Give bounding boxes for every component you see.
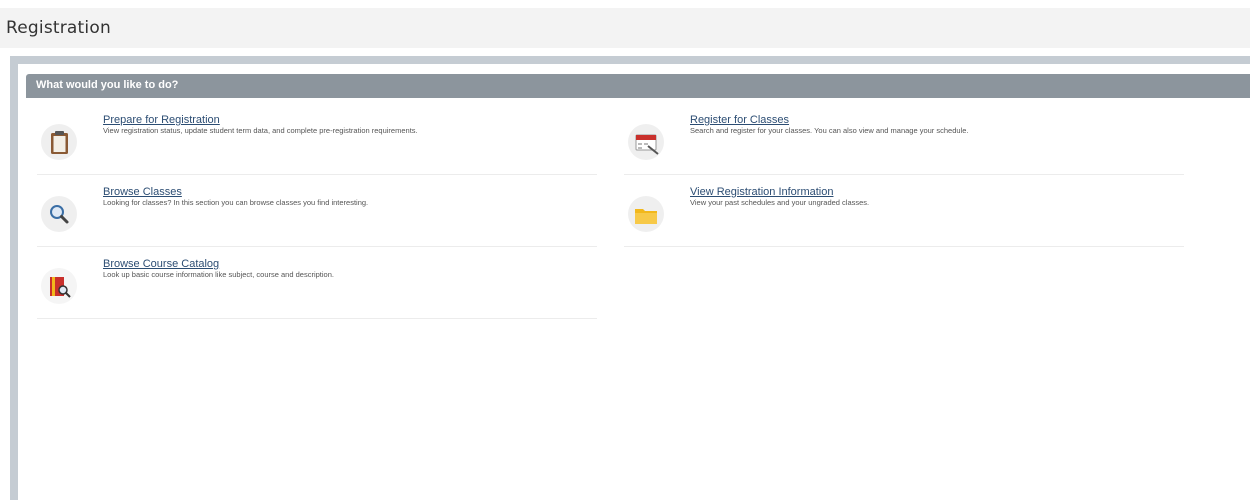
panel-header: What would you like to do? <box>26 74 1250 98</box>
browse-classes-description: Looking for classes? In this section you… <box>103 198 369 207</box>
magnifier-icon <box>41 196 77 232</box>
browse-classes-link[interactable]: Browse Classes <box>103 186 182 198</box>
prepare-for-registration-description: View registration status, update student… <box>103 126 418 135</box>
action-browse-classes[interactable]: Browse Classes Looking for classes? In t… <box>37 178 597 247</box>
page-title: Registration <box>6 18 111 38</box>
register-for-classes-link[interactable]: Register for Classes <box>690 114 789 126</box>
browse-course-catalog-link[interactable]: Browse Course Catalog <box>103 258 219 270</box>
folder-icon <box>628 196 664 232</box>
page-header: Registration <box>0 8 1250 48</box>
panel-header-title: What would you like to do? <box>36 79 179 91</box>
view-registration-information-description: View your past schedules and your ungrad… <box>690 198 870 207</box>
calendar-icon <box>628 124 664 160</box>
action-browse-course-catalog[interactable]: Browse Course Catalog Look up basic cour… <box>37 250 597 319</box>
action-prepare-for-registration[interactable]: Prepare for Registration View registrati… <box>37 106 597 175</box>
action-view-registration-information[interactable]: View Registration Information View your … <box>624 178 1184 247</box>
clipboard-icon <box>41 124 77 160</box>
browse-course-catalog-description: Look up basic course information like su… <box>103 270 334 279</box>
view-registration-information-link[interactable]: View Registration Information <box>690 186 833 198</box>
prepare-for-registration-link[interactable]: Prepare for Registration <box>103 114 220 126</box>
action-register-for-classes[interactable]: Register for Classes Search and register… <box>624 106 1184 175</box>
catalog-book-icon <box>41 268 77 304</box>
register-for-classes-description: Search and register for your classes. Yo… <box>690 126 969 135</box>
